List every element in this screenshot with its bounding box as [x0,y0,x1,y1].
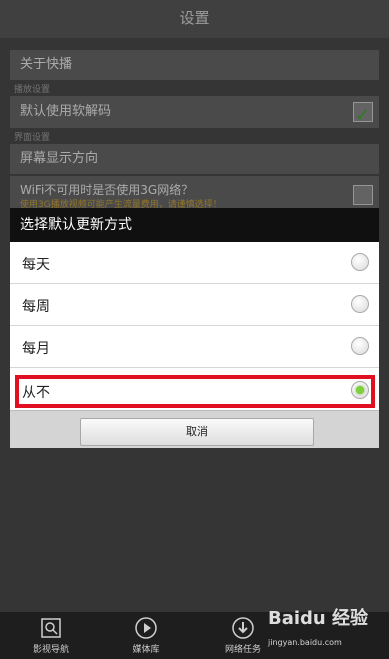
option-label: 每天 [22,257,50,273]
nav-label: 网络任务 [224,645,261,655]
watermark-url: jingyan.baidu.com [268,638,342,647]
nav-item-film-guide[interactable]: 影视导航 [16,616,86,655]
download-icon [231,616,255,640]
nav-item-media-library[interactable]: 媒体库 [111,616,181,655]
nav-label: 媒体库 [132,645,160,655]
dialog-title: 选择默认更新方式 [10,208,379,242]
option-weekly[interactable]: 每周 [10,284,379,326]
cancel-button[interactable]: 取消 [80,418,314,446]
play-icon [134,616,158,640]
update-mode-dialog: 选择默认更新方式 每天 每周 每月 从不 取消 [10,208,379,448]
option-label: 每月 [22,341,50,357]
radio-button[interactable] [351,295,369,313]
watermark-brand: Baidu 经验 [268,608,369,629]
nav-label: 影视导航 [32,645,69,655]
option-label: 从不 [22,385,50,401]
dialog-footer: 取消 [10,410,379,448]
option-daily[interactable]: 每天 [10,242,379,284]
option-label: 每周 [22,299,50,315]
radio-button-selected[interactable] [351,381,369,399]
option-monthly[interactable]: 每月 [10,326,379,368]
settings-screen: 设置 关于快播 播放设置 默认使用软解码 界面设置 屏幕显示方向 WiFi不可用… [0,0,389,659]
radio-button[interactable] [351,253,369,271]
film-icon [39,616,63,640]
option-never[interactable]: 从不 [10,370,379,412]
radio-button[interactable] [351,337,369,355]
